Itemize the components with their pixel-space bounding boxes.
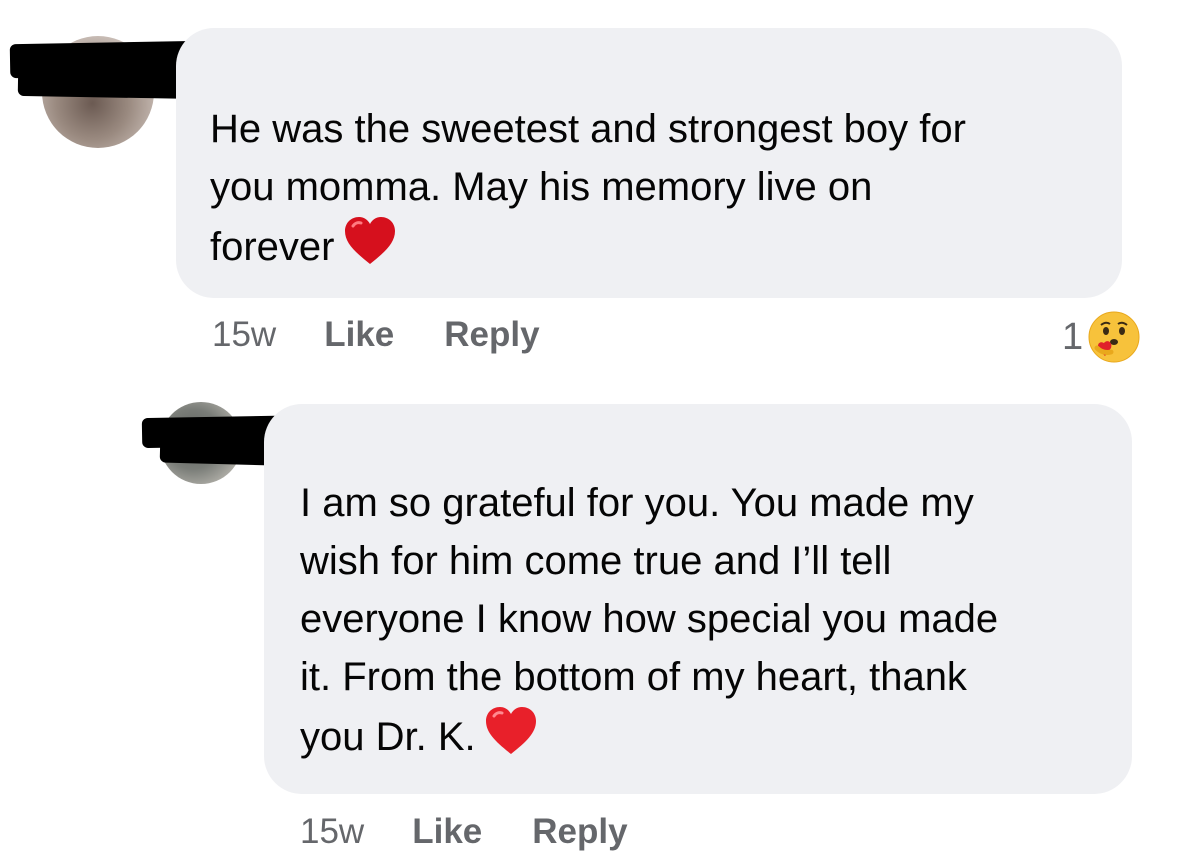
reply-button[interactable]: Reply bbox=[532, 812, 627, 852]
reply-text: I am so grateful for you. You made my wi… bbox=[300, 481, 999, 759]
like-button[interactable]: Like bbox=[412, 812, 482, 852]
comment-text: He was the sweetest and strongest boy fo… bbox=[210, 107, 966, 269]
reply-timestamp[interactable]: 15w bbox=[300, 812, 364, 852]
comment-actions: 15w Like Reply bbox=[212, 315, 590, 355]
reaction-summary[interactable]: 1 bbox=[1062, 310, 1141, 364]
reaction-count: 1 bbox=[1062, 315, 1084, 358]
care-emoji-icon bbox=[1088, 311, 1140, 363]
red-heart-icon bbox=[485, 707, 536, 754]
like-button[interactable]: Like bbox=[324, 315, 394, 355]
reply-actions: 15w Like Reply bbox=[300, 812, 678, 852]
red-heart-icon bbox=[344, 217, 395, 264]
reply-button[interactable]: Reply bbox=[444, 315, 539, 355]
comment-timestamp[interactable]: 15w bbox=[212, 315, 276, 355]
